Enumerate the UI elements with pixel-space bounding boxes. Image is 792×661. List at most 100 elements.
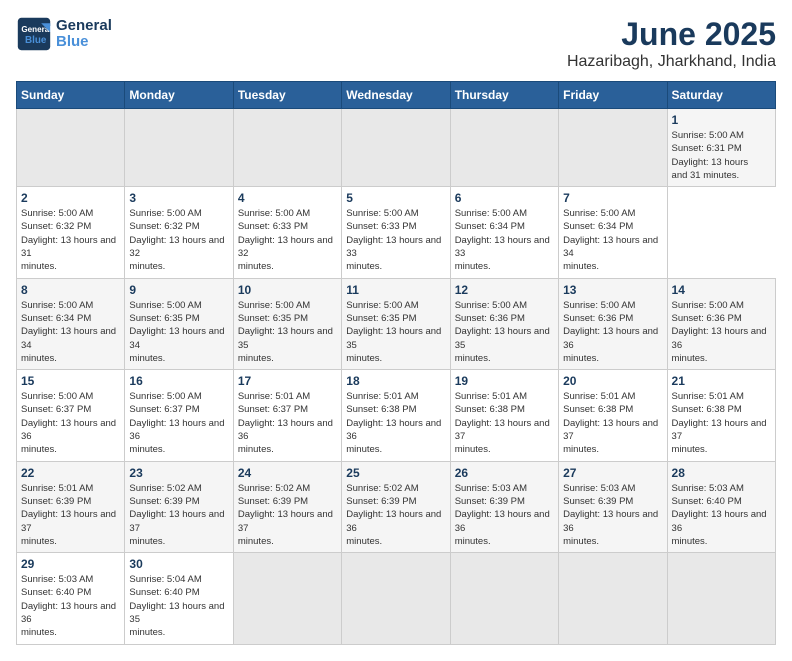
day-number: 3 (129, 191, 228, 205)
day-number: 22 (21, 466, 120, 480)
day-cell: 5 Sunrise: 5:00 AMSunset: 6:33 PMDayligh… (342, 187, 450, 278)
day-info: Sunrise: 5:00 AMSunset: 6:36 PMDaylight:… (672, 299, 771, 365)
calendar-title: June 2025 (567, 16, 776, 53)
day-info: Sunrise: 5:03 AMSunset: 6:39 PMDaylight:… (455, 482, 554, 548)
day-cell: 13 Sunrise: 5:00 AMSunset: 6:36 PMDaylig… (559, 278, 667, 369)
day-info: Sunrise: 5:03 AMSunset: 6:39 PMDaylight:… (563, 482, 662, 548)
day-cell: 10 Sunrise: 5:00 AMSunset: 6:35 PMDaylig… (233, 278, 341, 369)
day-cell: 1 Sunrise: 5:00 AMSunset: 6:31 PMDayligh… (667, 109, 775, 187)
day-cell: 26 Sunrise: 5:03 AMSunset: 6:39 PMDaylig… (450, 461, 558, 552)
day-cell: 22 Sunrise: 5:01 AMSunset: 6:39 PMDaylig… (17, 461, 125, 552)
day-cell (233, 553, 341, 644)
day-cell: 9 Sunrise: 5:00 AMSunset: 6:35 PMDayligh… (125, 278, 233, 369)
calendar-week-row: 22 Sunrise: 5:01 AMSunset: 6:39 PMDaylig… (17, 461, 776, 552)
day-cell: 7 Sunrise: 5:00 AMSunset: 6:34 PMDayligh… (559, 187, 667, 278)
day-info: Sunrise: 5:00 AMSunset: 6:34 PMDaylight:… (455, 207, 554, 273)
day-info: Sunrise: 5:02 AMSunset: 6:39 PMDaylight:… (129, 482, 228, 548)
day-number: 19 (455, 374, 554, 388)
day-header-saturday: Saturday (667, 82, 775, 109)
day-number: 27 (563, 466, 662, 480)
day-cell (450, 553, 558, 644)
day-cell: 18 Sunrise: 5:01 AMSunset: 6:38 PMDaylig… (342, 370, 450, 461)
day-cell (342, 553, 450, 644)
day-info: Sunrise: 5:01 AMSunset: 6:38 PMDaylight:… (346, 390, 445, 456)
day-info: Sunrise: 5:03 AMSunset: 6:40 PMDaylight:… (21, 573, 120, 639)
day-number: 4 (238, 191, 337, 205)
day-cell: 19 Sunrise: 5:01 AMSunset: 6:38 PMDaylig… (450, 370, 558, 461)
day-info: Sunrise: 5:00 AMSunset: 6:34 PMDaylight:… (563, 207, 662, 273)
day-header-friday: Friday (559, 82, 667, 109)
empty-day-cell (342, 109, 450, 187)
day-number: 21 (672, 374, 771, 388)
day-info: Sunrise: 5:00 AMSunset: 6:36 PMDaylight:… (563, 299, 662, 365)
day-cell: 25 Sunrise: 5:02 AMSunset: 6:39 PMDaylig… (342, 461, 450, 552)
day-cell: 2 Sunrise: 5:00 AMSunset: 6:32 PMDayligh… (17, 187, 125, 278)
day-cell: 14 Sunrise: 5:00 AMSunset: 6:36 PMDaylig… (667, 278, 775, 369)
day-cell (667, 553, 775, 644)
day-cell: 8 Sunrise: 5:00 AMSunset: 6:34 PMDayligh… (17, 278, 125, 369)
day-cell: 16 Sunrise: 5:00 AMSunset: 6:37 PMDaylig… (125, 370, 233, 461)
day-number: 24 (238, 466, 337, 480)
day-info: Sunrise: 5:00 AMSunset: 6:33 PMDaylight:… (346, 207, 445, 273)
day-info: Sunrise: 5:00 AMSunset: 6:31 PMDaylight:… (672, 129, 771, 182)
day-number: 8 (21, 283, 120, 297)
day-header-thursday: Thursday (450, 82, 558, 109)
day-cell: 30 Sunrise: 5:04 AMSunset: 6:40 PMDaylig… (125, 553, 233, 644)
day-cell: 3 Sunrise: 5:00 AMSunset: 6:32 PMDayligh… (125, 187, 233, 278)
day-number: 9 (129, 283, 228, 297)
day-info: Sunrise: 5:01 AMSunset: 6:38 PMDaylight:… (455, 390, 554, 456)
day-info: Sunrise: 5:00 AMSunset: 6:35 PMDaylight:… (346, 299, 445, 365)
day-number: 12 (455, 283, 554, 297)
day-number: 18 (346, 374, 445, 388)
day-number: 13 (563, 283, 662, 297)
day-cell: 21 Sunrise: 5:01 AMSunset: 6:38 PMDaylig… (667, 370, 775, 461)
logo: General Blue General Blue (16, 16, 112, 52)
day-info: Sunrise: 5:00 AMSunset: 6:37 PMDaylight:… (21, 390, 120, 456)
calendar-table: SundayMondayTuesdayWednesdayThursdayFrid… (16, 81, 776, 645)
day-info: Sunrise: 5:01 AMSunset: 6:38 PMDaylight:… (672, 390, 771, 456)
day-number: 6 (455, 191, 554, 205)
day-number: 10 (238, 283, 337, 297)
day-cell: 28 Sunrise: 5:03 AMSunset: 6:40 PMDaylig… (667, 461, 775, 552)
calendar-week-row: 29 Sunrise: 5:03 AMSunset: 6:40 PMDaylig… (17, 553, 776, 644)
empty-day-cell (17, 109, 125, 187)
title-area: June 2025 Hazaribagh, Jharkhand, India (567, 16, 776, 71)
svg-text:Blue: Blue (25, 35, 47, 46)
day-number: 5 (346, 191, 445, 205)
day-number: 15 (21, 374, 120, 388)
day-cell: 17 Sunrise: 5:01 AMSunset: 6:37 PMDaylig… (233, 370, 341, 461)
day-info: Sunrise: 5:00 AMSunset: 6:35 PMDaylight:… (129, 299, 228, 365)
header: General Blue General Blue June 2025 Haza… (16, 16, 776, 71)
day-info: Sunrise: 5:01 AMSunset: 6:37 PMDaylight:… (238, 390, 337, 456)
day-header-sunday: Sunday (17, 82, 125, 109)
calendar-week-row: 2 Sunrise: 5:00 AMSunset: 6:32 PMDayligh… (17, 187, 776, 278)
empty-day-cell (125, 109, 233, 187)
day-number: 26 (455, 466, 554, 480)
day-number: 14 (672, 283, 771, 297)
day-cell: 4 Sunrise: 5:00 AMSunset: 6:33 PMDayligh… (233, 187, 341, 278)
empty-day-cell (450, 109, 558, 187)
logo-icon: General Blue (16, 16, 52, 52)
day-cell (559, 553, 667, 644)
day-number: 1 (672, 113, 771, 127)
day-info: Sunrise: 5:00 AMSunset: 6:32 PMDaylight:… (129, 207, 228, 273)
day-number: 17 (238, 374, 337, 388)
calendar-week-row: 8 Sunrise: 5:00 AMSunset: 6:34 PMDayligh… (17, 278, 776, 369)
day-info: Sunrise: 5:02 AMSunset: 6:39 PMDaylight:… (238, 482, 337, 548)
day-number: 11 (346, 283, 445, 297)
day-info: Sunrise: 5:03 AMSunset: 6:40 PMDaylight:… (672, 482, 771, 548)
day-number: 25 (346, 466, 445, 480)
day-number: 2 (21, 191, 120, 205)
day-number: 30 (129, 557, 228, 571)
day-cell: 15 Sunrise: 5:00 AMSunset: 6:37 PMDaylig… (17, 370, 125, 461)
day-info: Sunrise: 5:04 AMSunset: 6:40 PMDaylight:… (129, 573, 228, 639)
calendar-week-row: 1 Sunrise: 5:00 AMSunset: 6:31 PMDayligh… (17, 109, 776, 187)
day-info: Sunrise: 5:01 AMSunset: 6:38 PMDaylight:… (563, 390, 662, 456)
day-header-tuesday: Tuesday (233, 82, 341, 109)
empty-day-cell (233, 109, 341, 187)
day-cell: 24 Sunrise: 5:02 AMSunset: 6:39 PMDaylig… (233, 461, 341, 552)
day-cell: 6 Sunrise: 5:00 AMSunset: 6:34 PMDayligh… (450, 187, 558, 278)
day-cell: 29 Sunrise: 5:03 AMSunset: 6:40 PMDaylig… (17, 553, 125, 644)
day-info: Sunrise: 5:00 AMSunset: 6:34 PMDaylight:… (21, 299, 120, 365)
day-header-wednesday: Wednesday (342, 82, 450, 109)
